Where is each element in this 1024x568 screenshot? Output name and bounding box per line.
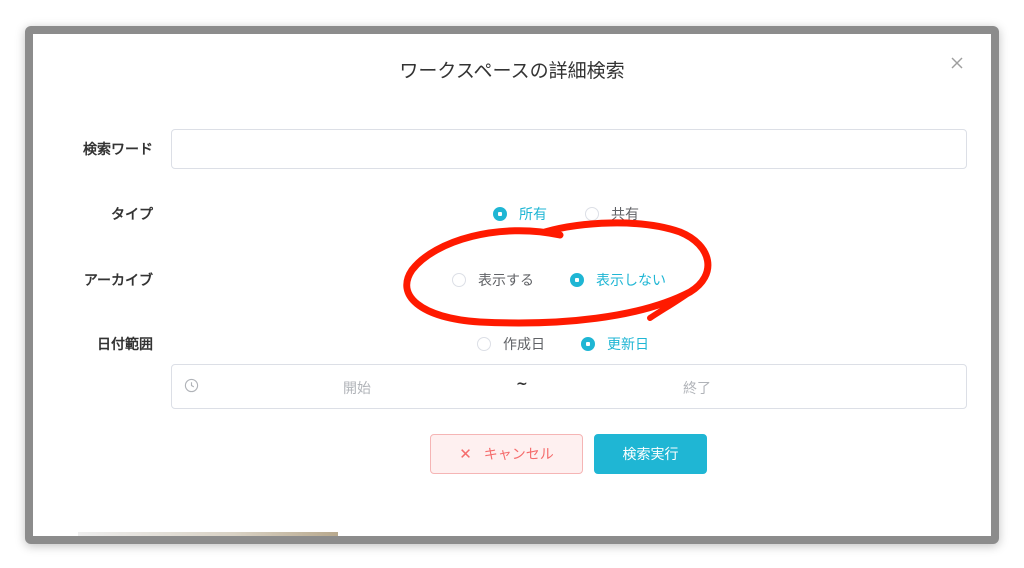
search-button-label: 検索実行 <box>622 447 679 463</box>
radio-checked-icon <box>570 273 584 287</box>
archive-label: アーカイブ <box>83 273 153 289</box>
radio-unchecked-icon <box>452 273 466 287</box>
keyword-input[interactable] <box>171 129 967 169</box>
radio-label: 所有 <box>519 207 547 223</box>
search-execute-button[interactable]: 検索実行 <box>594 434 707 474</box>
radio-unchecked-icon <box>477 337 491 351</box>
type-radio-group: 所有 共有 <box>493 204 639 224</box>
end-date-input[interactable]: 終了 <box>572 378 822 398</box>
keyword-label: 検索ワード <box>83 142 153 158</box>
radio-type-owned[interactable]: 所有 <box>493 204 547 224</box>
date-type-radio-group: 作成日 更新日 <box>477 334 649 354</box>
close-icon[interactable] <box>947 54 967 74</box>
close-icon: ✕ <box>459 445 472 463</box>
radio-date-created[interactable]: 作成日 <box>477 334 545 354</box>
radio-label: 表示しない <box>596 273 666 289</box>
radio-unchecked-icon <box>585 207 599 221</box>
radio-archive-hide[interactable]: 表示しない <box>570 270 666 290</box>
radio-archive-show[interactable]: 表示する <box>452 270 534 290</box>
radio-label: 更新日 <box>607 337 649 353</box>
close-icon-glyph <box>951 57 963 69</box>
clock-icon <box>184 378 199 393</box>
date-range-picker[interactable]: 開始 ~ 終了 <box>171 364 967 409</box>
type-label: タイプ <box>111 207 153 223</box>
radio-type-shared[interactable]: 共有 <box>585 204 639 224</box>
date-range-separator: ~ <box>516 376 528 392</box>
cancel-button-label: キャンセル <box>483 447 554 463</box>
radio-checked-icon <box>493 207 507 221</box>
radio-date-updated[interactable]: 更新日 <box>581 334 649 354</box>
radio-checked-icon <box>581 337 595 351</box>
radio-label: 共有 <box>611 207 639 223</box>
search-dialog: ワークスペースの詳細検索 検索ワード タイプ 所有 共有 アーカイブ 表示する … <box>33 34 991 532</box>
radio-label: 表示する <box>478 273 534 289</box>
start-date-input[interactable]: 開始 <box>232 378 482 398</box>
cancel-button[interactable]: ✕ キャンセル <box>430 434 583 474</box>
radio-label: 作成日 <box>503 337 545 353</box>
archive-radio-group: 表示する 表示しない <box>452 270 666 290</box>
dialog-title: ワークスペースの詳細検索 <box>399 60 625 82</box>
date-range-label: 日付範囲 <box>97 337 153 353</box>
